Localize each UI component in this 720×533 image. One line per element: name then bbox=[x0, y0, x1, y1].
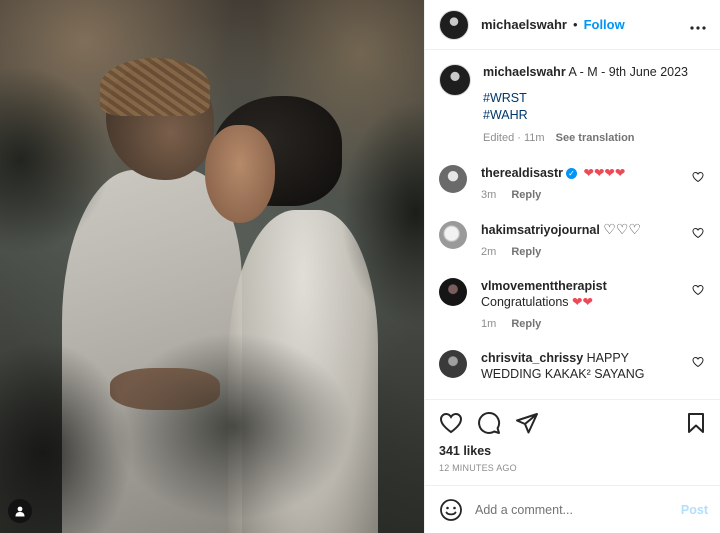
comment-username[interactable]: chrisvita_chrissy bbox=[481, 351, 583, 365]
comment-like-heart-icon[interactable] bbox=[692, 171, 704, 183]
bookmark-icon[interactable] bbox=[684, 411, 708, 435]
caption-time: 11m bbox=[524, 132, 545, 144]
comment-avatar[interactable] bbox=[439, 278, 467, 306]
reply-button[interactable]: Reply bbox=[511, 189, 541, 201]
likes-count[interactable]: 341 likes bbox=[439, 444, 710, 458]
heart-icon[interactable] bbox=[439, 411, 463, 435]
caption-text: A - M - 9th June 2023 bbox=[568, 65, 688, 79]
comment-like-heart-icon[interactable] bbox=[692, 284, 704, 296]
comment-username[interactable]: hakimsatriyojournal bbox=[481, 223, 600, 237]
photo-foliage-overlay bbox=[0, 0, 424, 533]
comment-time: 1m bbox=[481, 318, 497, 330]
comment-item: chrisvita_chrissy HAPPY WEDDING KAKAK² S… bbox=[439, 350, 706, 382]
comment-username[interactable]: vlmovementtherapist bbox=[481, 279, 607, 293]
verified-badge-icon: ✓ bbox=[565, 168, 577, 180]
comment-like-heart-icon[interactable] bbox=[692, 356, 704, 368]
user-icon bbox=[15, 506, 25, 517]
comments-section[interactable]: michaelswahr A - M - 9th June 2023 #WRST… bbox=[425, 50, 720, 399]
comment-text: Congratulations bbox=[481, 295, 569, 309]
post-header: michaelswahr • Follow bbox=[425, 0, 720, 50]
emoji-icon[interactable] bbox=[439, 498, 463, 522]
hashtag-link[interactable]: #WAHR bbox=[483, 107, 688, 124]
author-avatar[interactable] bbox=[439, 9, 469, 40]
comment-hearts: ❤❤ bbox=[572, 295, 593, 309]
comment-avatar[interactable] bbox=[439, 350, 467, 378]
comment-time: 3m bbox=[481, 189, 497, 201]
post-timestamp: 12 MINUTES AGO bbox=[439, 463, 517, 473]
hashtag-link[interactable]: #WRST bbox=[483, 90, 688, 107]
tagged-users-button[interactable] bbox=[8, 499, 32, 523]
author-username[interactable]: michaelswahr bbox=[481, 17, 567, 32]
add-comment-bar: Post bbox=[425, 485, 720, 533]
post-comment-button[interactable]: Post bbox=[681, 503, 708, 517]
share-icon[interactable] bbox=[515, 411, 539, 435]
more-horizontal-icon bbox=[690, 26, 706, 30]
post-caption: michaelswahr A - M - 9th June 2023 #WRST… bbox=[439, 64, 706, 147]
reply-button[interactable]: Reply bbox=[511, 246, 541, 258]
more-options-button[interactable] bbox=[690, 14, 706, 35]
comment-hearts: ❤❤❤❤ bbox=[583, 166, 626, 180]
comment-avatar[interactable] bbox=[439, 165, 467, 193]
post-actions: 341 likes 12 MINUTES AGO bbox=[425, 399, 720, 485]
caption-username[interactable]: michaelswahr bbox=[483, 65, 566, 79]
comment-like-heart-icon[interactable] bbox=[692, 227, 704, 239]
comment-username[interactable]: therealdisastr bbox=[481, 166, 563, 180]
post-photo[interactable] bbox=[0, 0, 424, 533]
see-translation-button[interactable]: See translation bbox=[556, 132, 635, 144]
comment-time: 2m bbox=[481, 246, 497, 258]
comment-item: hakimsatriyojournal ♡♡♡ 2m Reply bbox=[439, 221, 706, 260]
post-side-panel: michaelswahr • Follow michaelswahr A - M… bbox=[424, 0, 720, 533]
caption-author-avatar[interactable] bbox=[439, 64, 471, 96]
reply-button[interactable]: Reply bbox=[511, 318, 541, 330]
comment-avatar[interactable] bbox=[439, 221, 467, 249]
follow-button[interactable]: Follow bbox=[584, 17, 625, 32]
comment-input[interactable] bbox=[475, 502, 681, 517]
instagram-post-dialog: michaelswahr • Follow michaelswahr A - M… bbox=[0, 0, 720, 533]
comment-hearts: ♡♡♡ bbox=[603, 221, 641, 237]
caption-meta: Edited · 11m See translation bbox=[483, 132, 635, 144]
edited-label: Edited bbox=[483, 132, 515, 144]
comment-item: therealdisastr ✓ ❤❤❤❤ 3m Reply bbox=[439, 165, 706, 203]
comment-icon[interactable] bbox=[477, 411, 501, 435]
header-separator: • bbox=[573, 17, 578, 32]
comment-item: vlmovementtherapist Congratulations ❤❤ 1… bbox=[439, 278, 706, 332]
